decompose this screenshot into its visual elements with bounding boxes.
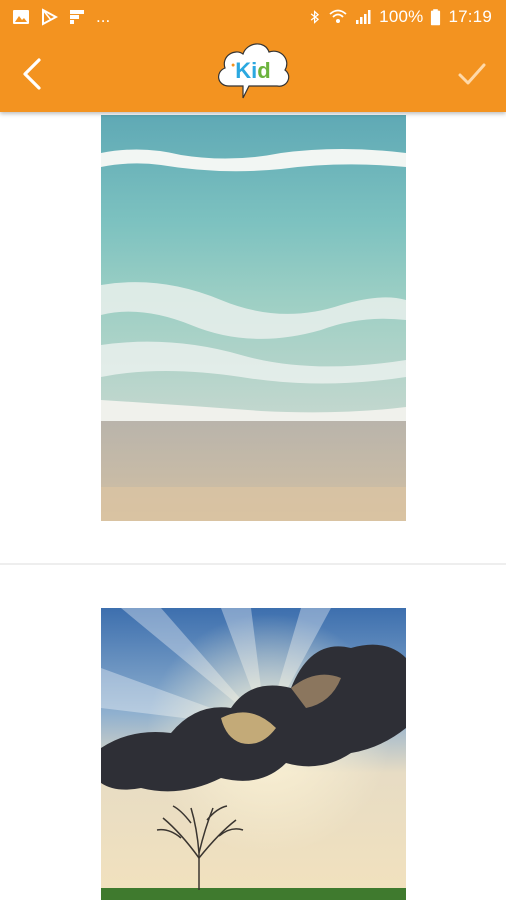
app-bar: ... 100% 17:19 ● Kid: [0, 0, 506, 112]
logo-wordmark: Kid: [235, 58, 271, 83]
photo-beach[interactable]: [101, 115, 406, 521]
list-divider: [0, 563, 506, 565]
chevron-left-icon: [23, 58, 41, 90]
check-icon: [458, 63, 486, 85]
battery-percent: 100%: [379, 7, 424, 26]
flipboard-icon: [70, 10, 84, 24]
play-store-icon: [42, 8, 58, 26]
tree-sky-image: [101, 608, 406, 900]
photo-list: [0, 112, 506, 900]
photo-tree-sky[interactable]: [101, 608, 406, 900]
toolbar: ● Kid: [0, 36, 506, 112]
system-icons: 100% 17:19: [308, 7, 492, 27]
battery-icon: [431, 9, 441, 26]
back-button[interactable]: [14, 54, 54, 94]
wifi-icon: [329, 9, 347, 23]
bluetooth-icon: [310, 10, 320, 24]
overflow-text: ...: [96, 7, 111, 26]
clock: 17:19: [448, 7, 492, 26]
confirm-button[interactable]: [452, 56, 492, 92]
image-icon: [13, 10, 29, 24]
beach-image: [101, 115, 406, 521]
status-bar: ... 100% 17:19: [0, 0, 506, 36]
signal-icon: [356, 10, 371, 24]
notification-icons: ...: [12, 7, 110, 27]
app-logo: ● Kid: [213, 36, 293, 108]
